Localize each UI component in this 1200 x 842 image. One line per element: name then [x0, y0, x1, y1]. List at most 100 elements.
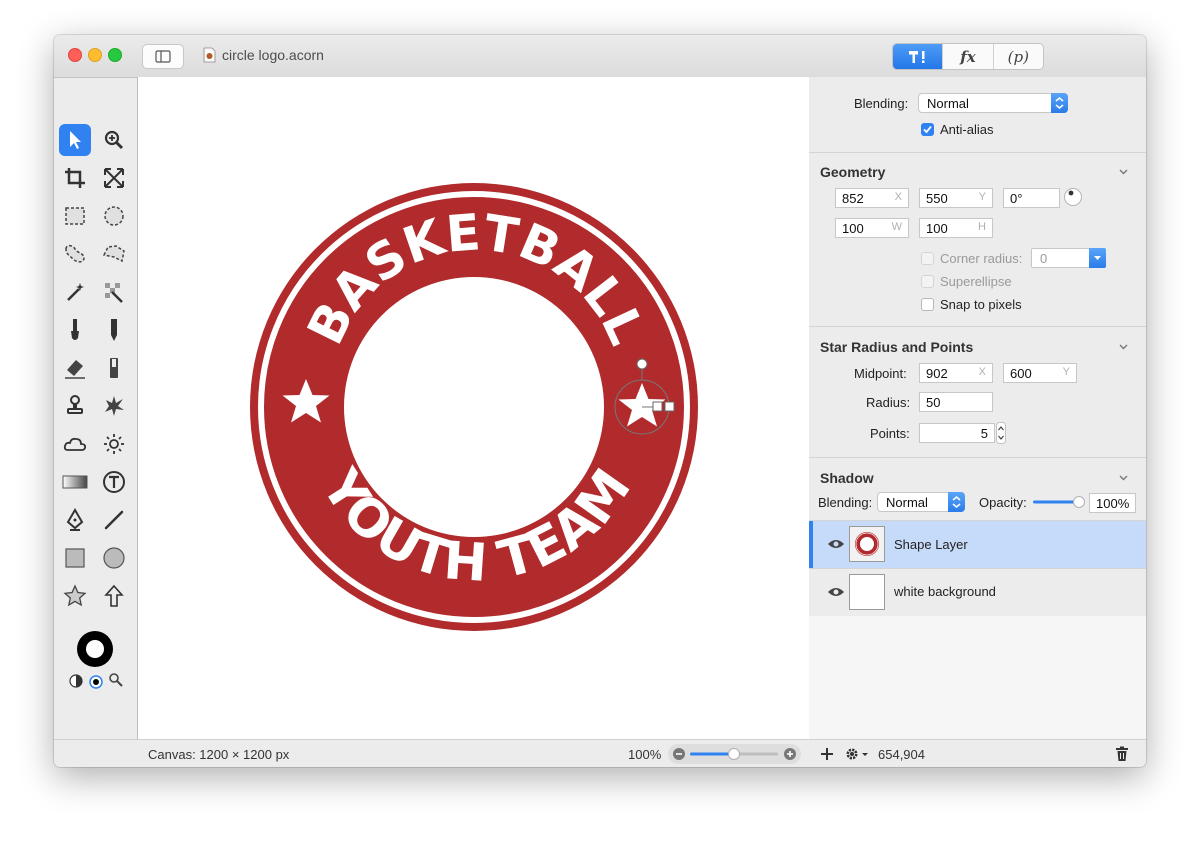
points-label: Points:	[870, 426, 910, 441]
eraser-tool[interactable]	[59, 352, 91, 384]
oval-tool[interactable]	[98, 542, 130, 574]
splat-icon	[105, 396, 124, 416]
cloud-icon	[63, 437, 87, 451]
shape-layer-thumb-image	[850, 527, 884, 561]
pencil-tool[interactable]	[98, 314, 130, 346]
arrow-pointer-icon	[70, 131, 81, 149]
clone-tool[interactable]	[59, 390, 91, 422]
hammer-exclamation-icon	[908, 50, 925, 63]
corner-radius-combo[interactable]: 0	[1031, 248, 1106, 268]
antialias-checkbox[interactable]	[921, 123, 934, 136]
brush-tool[interactable]	[59, 314, 91, 346]
tool-settings-tab[interactable]	[893, 44, 944, 69]
toggle-sidebar-button[interactable]	[142, 44, 184, 69]
fill-stroke-color-well[interactable]	[74, 628, 116, 670]
y-unit: Y	[978, 191, 986, 203]
chevron-down-icon[interactable]	[1119, 473, 1128, 482]
midpoint-y-field[interactable]: 600 Y	[1003, 363, 1077, 383]
transform-tool[interactable]	[98, 162, 130, 194]
dashed-circle-icon	[104, 206, 124, 226]
points-field[interactable]: 5	[919, 423, 995, 443]
opacity-field[interactable]: 100%	[1089, 493, 1136, 513]
zoom-window-button[interactable]	[108, 48, 122, 62]
layer-row-shape-layer[interactable]: Shape Layer	[809, 521, 1146, 568]
properties-tab[interactable]: (p)	[994, 44, 1043, 69]
arrow-shape-tool[interactable]	[98, 580, 130, 612]
magic-wand-tool[interactable]	[59, 276, 91, 308]
brush-icon	[71, 319, 79, 340]
eye-icon[interactable]	[827, 538, 845, 550]
swap-colors-icon[interactable]	[68, 673, 84, 689]
color-picker-icon[interactable]	[108, 672, 124, 688]
points-value: 5	[980, 426, 988, 441]
pencil-icon	[111, 319, 117, 341]
zoom-slider[interactable]	[690, 747, 780, 761]
pen-tool[interactable]	[59, 504, 91, 536]
blending-value: Normal	[927, 96, 969, 111]
fill-tool[interactable]	[98, 352, 130, 384]
zoom-out-icon[interactable]	[672, 747, 686, 761]
minimize-window-button[interactable]	[88, 48, 102, 62]
corner-radius-checkbox[interactable]	[921, 252, 934, 265]
lasso-tool[interactable]	[59, 238, 91, 270]
checkmark-icon	[923, 125, 932, 134]
opacity-slider-knob[interactable]	[1073, 496, 1085, 508]
rotation-dial-icon[interactable]	[1063, 187, 1083, 207]
opacity-slider[interactable]	[1032, 495, 1086, 509]
zoom-tool[interactable]	[98, 124, 130, 156]
radius-label: Radius:	[866, 395, 911, 410]
rotation-value: 0°	[1010, 191, 1023, 206]
add-layer-icon[interactable]	[820, 747, 834, 761]
canvas-area[interactable]: BASKETBALL YOUTH TEAM	[137, 77, 811, 739]
text-tool[interactable]	[98, 466, 130, 498]
radius-field[interactable]: 50	[919, 392, 993, 412]
status-bar: Canvas: 1200 × 1200 px 100% 654,904	[54, 739, 1146, 767]
zoom-level-label: 100%	[628, 747, 662, 762]
color-select-tool[interactable]	[98, 276, 130, 308]
geometry-h-field[interactable]: 100 H	[919, 218, 993, 238]
midpoint-x-field[interactable]: 902 X	[919, 363, 993, 383]
trash-icon[interactable]	[1115, 746, 1129, 762]
select-tool[interactable]	[59, 124, 91, 156]
star-tool[interactable]	[59, 580, 91, 612]
zoom-slider-knob[interactable]	[728, 748, 740, 760]
geometry-x-value: 852	[842, 191, 864, 206]
splat-tool[interactable]	[98, 390, 130, 422]
line-tool[interactable]	[98, 504, 130, 536]
superellipse-checkbox[interactable]	[921, 275, 934, 288]
effects-tab[interactable]: fx	[943, 44, 994, 69]
geometry-x-field[interactable]: 852 X	[835, 188, 909, 208]
h-unit: H	[978, 221, 986, 233]
divider	[809, 152, 1146, 153]
gradient-tool[interactable]	[59, 466, 91, 498]
ellipse-select-tool[interactable]	[98, 200, 130, 232]
crop-tool[interactable]	[59, 162, 91, 194]
rect-select-tool[interactable]	[59, 200, 91, 232]
gear-icon[interactable]	[844, 746, 870, 762]
snap-to-pixels-checkbox[interactable]	[921, 298, 934, 311]
square-icon	[65, 548, 85, 568]
layer-row-white-background[interactable]: white background	[809, 569, 1146, 616]
inspector-segmented-control: fx (p)	[892, 43, 1044, 70]
logo-artwork[interactable]: BASKETBALL YOUTH TEAM	[138, 77, 810, 739]
chevron-down-icon[interactable]	[1119, 342, 1128, 351]
layer-name: white background	[894, 584, 996, 599]
blending-popup[interactable]: Normal	[918, 93, 1068, 113]
shadow-blending-label: Blending:	[818, 495, 873, 510]
dodge-tool[interactable]	[98, 428, 130, 460]
canvas-size-label: Canvas: 1200 × 1200 px	[148, 747, 290, 762]
chevron-updown-icon	[1051, 93, 1068, 113]
eye-icon[interactable]	[827, 586, 845, 598]
geometry-y-field[interactable]: 550 Y	[919, 188, 993, 208]
chevron-down-icon[interactable]	[1119, 167, 1128, 176]
rectangle-tool[interactable]	[59, 542, 91, 574]
polygon-lasso-tool[interactable]	[98, 238, 130, 270]
points-stepper[interactable]	[996, 422, 1006, 444]
blur-tool[interactable]	[59, 428, 91, 460]
geometry-w-field[interactable]: 100 W	[835, 218, 909, 238]
close-window-button[interactable]	[68, 48, 82, 62]
default-colors-icon[interactable]	[88, 674, 104, 690]
shadow-blending-popup[interactable]: Normal	[877, 492, 965, 512]
zoom-in-icon[interactable]	[783, 747, 797, 761]
rotation-field[interactable]: 0°	[1003, 188, 1060, 208]
